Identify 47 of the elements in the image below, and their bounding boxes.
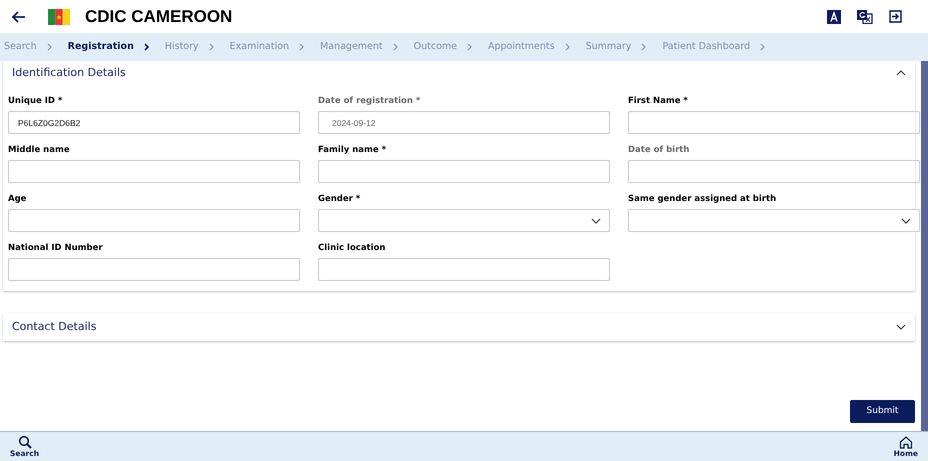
search-icon: [18, 434, 32, 448]
chevron-right-icon: [208, 43, 214, 51]
scrollbar[interactable]: [921, 61, 928, 431]
flag-icon: [48, 8, 70, 24]
field-label: Age: [8, 193, 28, 205]
input-field[interactable]: [8, 209, 300, 232]
font-size-icon[interactable]: [827, 10, 841, 24]
field-label: Gender *: [318, 193, 362, 205]
home-icon: [898, 434, 913, 448]
chevron-right-icon: [760, 43, 766, 51]
field-label: Unique ID *: [8, 95, 64, 107]
chevron-right-icon: [144, 43, 149, 51]
section-title[interactable]: Contact Details: [12, 318, 96, 336]
chevron-down-icon: [591, 216, 601, 224]
field-label: First Name *: [628, 95, 689, 107]
input-field[interactable]: [318, 160, 610, 183]
input-field[interactable]: P6L6Z0G2D6B2: [8, 111, 300, 134]
input-field[interactable]: [8, 258, 300, 281]
chevron-right-icon: [46, 43, 52, 51]
breadcrumb-link[interactable]: Registration: [68, 40, 134, 54]
dropdown-field[interactable]: [628, 209, 920, 232]
chevron-right-icon: [299, 43, 304, 51]
input-field[interactable]: [318, 258, 610, 281]
chevron-right-icon: [641, 43, 646, 51]
chevron-right-icon: [392, 43, 398, 51]
chevron-right-icon: [564, 43, 570, 51]
input-field[interactable]: [628, 111, 920, 134]
field-label: Middle name: [8, 144, 71, 156]
chevron-down-icon[interactable]: [896, 323, 906, 331]
field-label: National ID Number: [8, 242, 104, 254]
chevron-up-icon[interactable]: [896, 69, 906, 77]
field-label: Family name *: [318, 144, 388, 156]
field-label: Clinic location: [318, 242, 386, 254]
back-arrow-icon[interactable]: [12, 10, 26, 22]
input-field[interactable]: [628, 160, 920, 183]
app-title: CDIC CAMEROON: [85, 6, 232, 28]
logout-icon[interactable]: [889, 10, 902, 23]
field-label: Same gender assigned at birth: [628, 193, 778, 205]
dropdown-field[interactable]: [318, 209, 610, 232]
submit-button[interactable]: Submit: [850, 400, 915, 423]
translate-icon[interactable]: [857, 10, 873, 24]
field-label: Date of birth: [628, 144, 690, 156]
input-field[interactable]: [8, 160, 300, 183]
section-title[interactable]: Identification Details: [12, 64, 126, 82]
chevron-down-icon: [901, 216, 911, 224]
chevron-right-icon: [467, 43, 472, 51]
field-label: Date of registration *: [318, 95, 422, 107]
